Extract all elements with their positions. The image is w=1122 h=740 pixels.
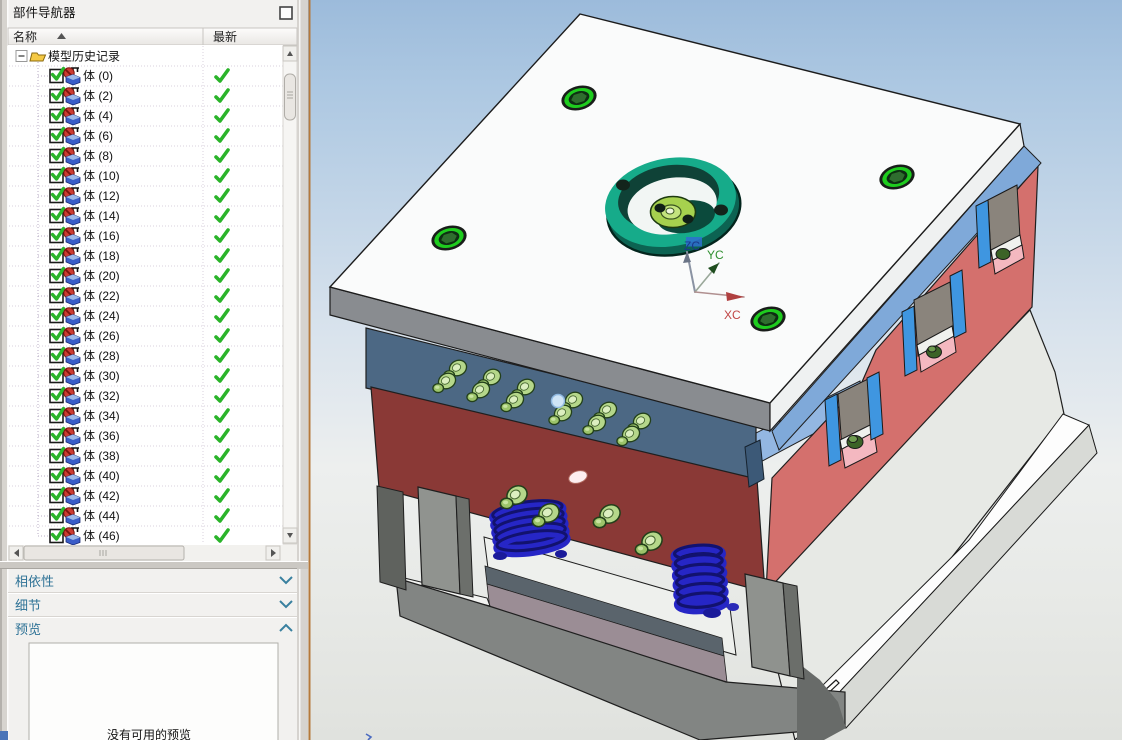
svg-text:体 (10): 体 (10) — [83, 169, 120, 183]
svg-text:体 (36): 体 (36) — [83, 429, 120, 443]
svg-text:部件导航器: 部件导航器 — [13, 5, 76, 20]
svg-text:体 (40): 体 (40) — [83, 469, 120, 483]
svg-text:体 (44): 体 (44) — [83, 509, 120, 523]
svg-text:XC: XC — [724, 308, 741, 322]
svg-text:体 (0): 体 (0) — [83, 69, 113, 83]
svg-text:体 (32): 体 (32) — [83, 389, 120, 403]
svg-text:体 (18): 体 (18) — [83, 249, 120, 263]
svg-text:YC: YC — [707, 248, 724, 262]
svg-text:体 (42): 体 (42) — [83, 489, 120, 503]
svg-text:体 (16): 体 (16) — [83, 229, 120, 243]
svg-text:相依性: 相依性 — [15, 574, 54, 589]
svg-text:体 (6): 体 (6) — [83, 129, 113, 143]
svg-text:体 (12): 体 (12) — [83, 189, 120, 203]
svg-text:体 (8): 体 (8) — [83, 149, 113, 163]
svg-text:体 (2): 体 (2) — [83, 89, 113, 103]
svg-text:体 (46): 体 (46) — [83, 529, 120, 543]
svg-text:细节: 细节 — [15, 598, 41, 613]
svg-text:体 (24): 体 (24) — [83, 309, 120, 323]
svg-text:体 (28): 体 (28) — [83, 349, 120, 363]
svg-text:体 (22): 体 (22) — [83, 289, 120, 303]
svg-text:体 (14): 体 (14) — [83, 209, 120, 223]
svg-text:体 (26): 体 (26) — [83, 329, 120, 343]
svg-text:最新: 最新 — [213, 29, 237, 44]
svg-text:体 (30): 体 (30) — [83, 369, 120, 383]
svg-text:模型历史记录: 模型历史记录 — [48, 50, 120, 64]
svg-text:体 (38): 体 (38) — [83, 449, 120, 463]
svg-text:体 (20): 体 (20) — [83, 269, 120, 283]
svg-text:名称: 名称 — [13, 29, 37, 44]
svg-text:没有可用的预览: 没有可用的预览 — [107, 727, 191, 740]
svg-text:ZC: ZC — [684, 239, 700, 253]
svg-text:体 (4): 体 (4) — [83, 109, 113, 123]
svg-text:预览: 预览 — [15, 622, 41, 637]
svg-text:体 (34): 体 (34) — [83, 409, 120, 423]
